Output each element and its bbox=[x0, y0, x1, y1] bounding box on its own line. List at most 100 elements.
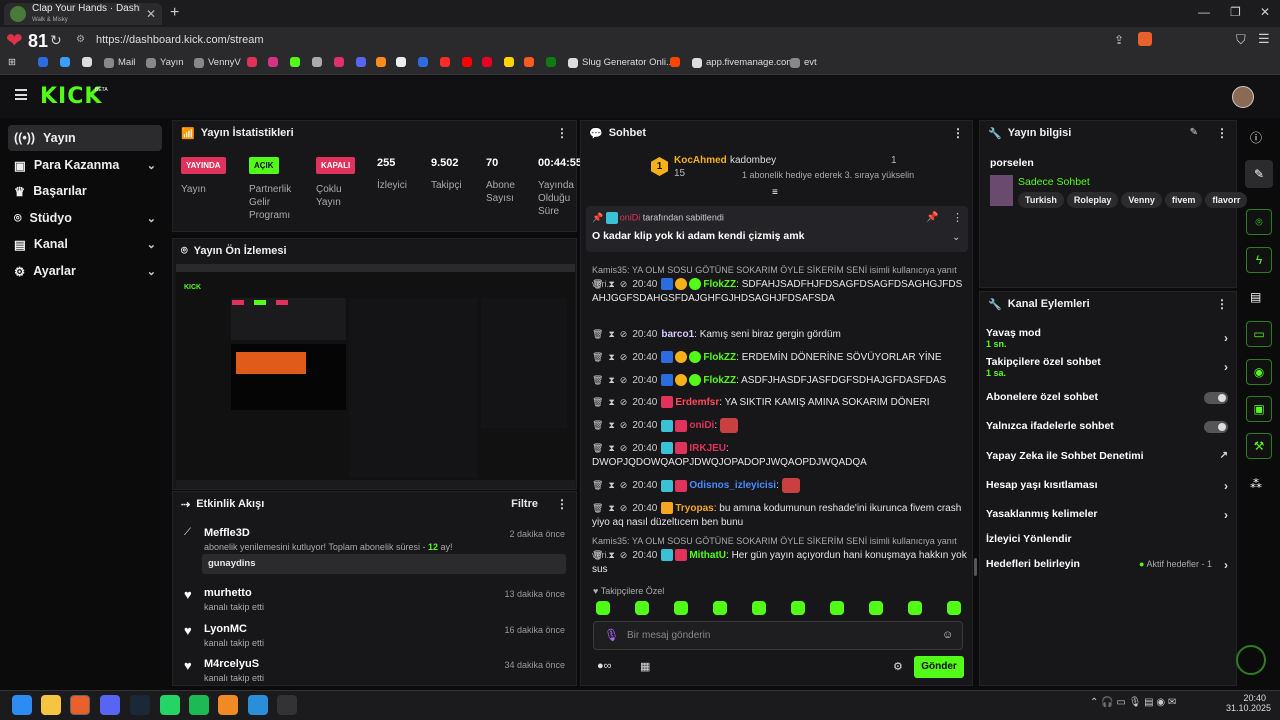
bookmark-icon-h[interactable] bbox=[418, 57, 428, 67]
discord-taskbar-icon[interactable] bbox=[100, 695, 120, 715]
pinned-more-icon[interactable]: ⋮ bbox=[952, 211, 963, 224]
filter-button[interactable]: Filtre bbox=[511, 498, 538, 510]
ban-icon[interactable]: ⊘ bbox=[620, 443, 628, 453]
delete-icon[interactable]: 🗑 bbox=[592, 443, 603, 453]
raid-row[interactable]: İzleyici Yönlendir bbox=[986, 533, 1228, 545]
store-icon[interactable]: ▦ bbox=[640, 660, 650, 673]
hamburger-menu-icon[interactable] bbox=[15, 89, 27, 100]
delete-icon[interactable]: 🗑 bbox=[592, 352, 603, 362]
followers-only-row[interactable]: Takipçilere özel sohbet 1 sa. › bbox=[986, 356, 1228, 378]
emote-icon[interactable] bbox=[596, 601, 610, 615]
windows-start-icon[interactable] bbox=[12, 695, 32, 715]
bookmark-icon-e[interactable] bbox=[334, 57, 344, 67]
delete-icon[interactable]: 🗑 bbox=[592, 279, 603, 289]
ai-moderation-row[interactable]: Yapay Zeka ile Sohbet Denetimi ↗ bbox=[986, 450, 1228, 462]
info-icon[interactable]: ⓘ bbox=[1250, 129, 1262, 146]
whatsapp-taskbar-icon[interactable] bbox=[160, 695, 180, 715]
msg-user[interactable]: FlokZZ bbox=[703, 279, 736, 290]
reload-icon[interactable]: ↻ bbox=[50, 32, 62, 49]
sidebar-item-ayarlar[interactable]: ⚙ Ayarlar ⌄ bbox=[8, 258, 162, 284]
steam-taskbar-icon[interactable] bbox=[130, 695, 150, 715]
emote-icon[interactable] bbox=[908, 601, 922, 615]
bookmark-icon-b[interactable] bbox=[268, 57, 278, 67]
app-taskbar-icon[interactable] bbox=[218, 695, 238, 715]
vscode-taskbar-icon[interactable] bbox=[248, 695, 268, 715]
events-more-icon[interactable]: ⋮ bbox=[556, 497, 568, 511]
emote-only-row[interactable]: Yalnızca ifadelerle sohbet bbox=[986, 420, 1228, 433]
msg-user[interactable]: Tryopas bbox=[675, 503, 713, 514]
layout-rail-icon[interactable]: ▣ bbox=[1246, 396, 1272, 422]
sidebar-item-kanal[interactable]: ▤ Kanal ⌄ bbox=[8, 231, 162, 257]
emote-icon[interactable] bbox=[674, 601, 688, 615]
ban-icon[interactable]: ⊘ bbox=[620, 503, 628, 513]
file-explorer-icon[interactable] bbox=[41, 695, 61, 715]
ban-icon[interactable]: ⊘ bbox=[620, 550, 628, 560]
stats-more-icon[interactable]: ⋮ bbox=[556, 126, 568, 140]
wrench-rail-icon[interactable]: ⚒ bbox=[1246, 433, 1272, 459]
bookmark-slug-generator[interactable]: Slug Generator Onli... bbox=[568, 57, 674, 68]
brave-shield-icon[interactable] bbox=[1138, 32, 1152, 46]
chat-settings-icon[interactable]: ⚙ bbox=[893, 660, 903, 673]
collapse-icon[interactable]: ≡ bbox=[772, 187, 778, 198]
ban-icon[interactable]: ⊘ bbox=[620, 279, 628, 289]
bookmark-icon-l[interactable] bbox=[504, 57, 514, 67]
chat-message[interactable]: 🗑 ⧗ ⊘ 20:40 FlokZZ: ASDFJHASDFJASFDGFSDHAJGF… bbox=[592, 373, 967, 388]
tag[interactable]: flavorr bbox=[1205, 192, 1248, 208]
close-tab-icon[interactable]: ✕ bbox=[146, 7, 156, 21]
bookmark-icon-2[interactable] bbox=[60, 57, 70, 67]
delete-icon[interactable]: 🗑 bbox=[592, 329, 603, 339]
msg-user[interactable]: Erdemfsr bbox=[675, 397, 719, 408]
browser-menu-icon[interactable]: ☰ bbox=[1258, 31, 1270, 47]
delete-icon[interactable]: 🗑 bbox=[592, 480, 603, 490]
ban-icon[interactable]: ⊘ bbox=[620, 480, 628, 490]
unpin-icon[interactable]: 📌 bbox=[926, 212, 938, 223]
msg-user[interactable]: FlokZZ bbox=[703, 375, 736, 386]
second-gifter-name[interactable]: kadombey bbox=[730, 155, 776, 166]
kick-logo[interactable]: KICK bbox=[40, 84, 102, 109]
notes-icon[interactable]: ▤ bbox=[1250, 290, 1261, 304]
clock[interactable]: 20:40 31.10.2025 bbox=[1226, 693, 1271, 713]
lightning-rail-icon[interactable]: ϟ bbox=[1246, 247, 1272, 273]
emote-icon[interactable] bbox=[869, 601, 883, 615]
tag[interactable]: Turkish bbox=[1018, 192, 1064, 208]
channel-actions-more-icon[interactable]: ⋮ bbox=[1216, 297, 1228, 311]
ban-icon[interactable]: ⊘ bbox=[620, 375, 628, 385]
chat-message[interactable]: 🗑 ⧗ ⊘ 20:40 oniDi: bbox=[592, 418, 967, 433]
timeout-icon[interactable]: ⧗ bbox=[608, 420, 614, 430]
tag[interactable]: Roleplay bbox=[1066, 192, 1119, 208]
bookmark-yayin[interactable]: Yayın bbox=[146, 57, 184, 68]
avatar[interactable] bbox=[1232, 86, 1254, 108]
msg-user[interactable]: barco1 bbox=[661, 329, 694, 340]
timeout-icon[interactable]: ⧗ bbox=[608, 443, 614, 453]
delete-icon[interactable]: 🗑 bbox=[592, 420, 603, 430]
ban-icon[interactable]: ⊘ bbox=[620, 397, 628, 407]
tray-icons[interactable]: ⌃ 🎧 ▭ 🎙 ▤ ◉ ✉ bbox=[1090, 697, 1176, 708]
account-age-row[interactable]: Hesap yaşı kısıtlaması › bbox=[986, 479, 1228, 493]
tag[interactable]: Venny bbox=[1121, 192, 1162, 208]
timeout-icon[interactable]: ⧗ bbox=[608, 352, 614, 362]
chat-message[interactable]: 🗑 ⧗ ⊘ 20:40 FlokZZ: ERDEMİN DÖNERİNE SÖVÜYOR… bbox=[592, 350, 967, 365]
bookmark-icon-m[interactable] bbox=[524, 57, 534, 67]
chat-message[interactable]: 🗑 ⧗ ⊘ 20:40 FlokZZ: SDFAHJSADFHJFDSAGFDSAGFD… bbox=[592, 277, 967, 306]
bookmark-icon-d[interactable] bbox=[312, 57, 322, 67]
bookmark-icon-f[interactable] bbox=[356, 57, 366, 67]
share-icon[interactable]: ⇪ bbox=[1114, 33, 1124, 47]
category-name[interactable]: Sadece Sohbet bbox=[1018, 176, 1090, 188]
ban-icon[interactable]: ⊘ bbox=[620, 329, 628, 339]
emote-icon[interactable] bbox=[752, 601, 766, 615]
banned-words-row[interactable]: Yasaklanmış kelimeler › bbox=[986, 508, 1228, 522]
chat-message[interactable]: 🗑 ⧗ ⊘ 20:40 IRKJEU: DWOPJQDOWQAOPJDWQJOPADOP… bbox=[592, 441, 967, 470]
activity-rail-icon[interactable]: ⁂ bbox=[1250, 477, 1262, 491]
emote-icon[interactable] bbox=[635, 601, 649, 615]
bookmark-icon-3[interactable] bbox=[82, 57, 92, 67]
spotify-taskbar-icon[interactable] bbox=[189, 695, 209, 715]
emote-only-toggle[interactable] bbox=[1204, 421, 1228, 433]
bookmark-evt[interactable]: evt bbox=[790, 57, 817, 68]
msg-user[interactable]: oniDi bbox=[689, 420, 714, 431]
sidebar-item-para-kazanma[interactable]: ▣ Para Kazanma ⌄ bbox=[8, 152, 162, 178]
chat-message[interactable]: 🗑 ⧗ ⊘ 20:40 Tryopas: bu amına kodumunun resh… bbox=[592, 501, 967, 530]
goals-row[interactable]: Hedefleri belirleyin ● Aktif hedefler - 1… bbox=[986, 558, 1228, 572]
apps-icon[interactable]: ⊞ bbox=[8, 57, 16, 68]
bookmark-icon-j[interactable] bbox=[462, 57, 472, 67]
ban-icon[interactable]: ⊘ bbox=[620, 420, 628, 430]
